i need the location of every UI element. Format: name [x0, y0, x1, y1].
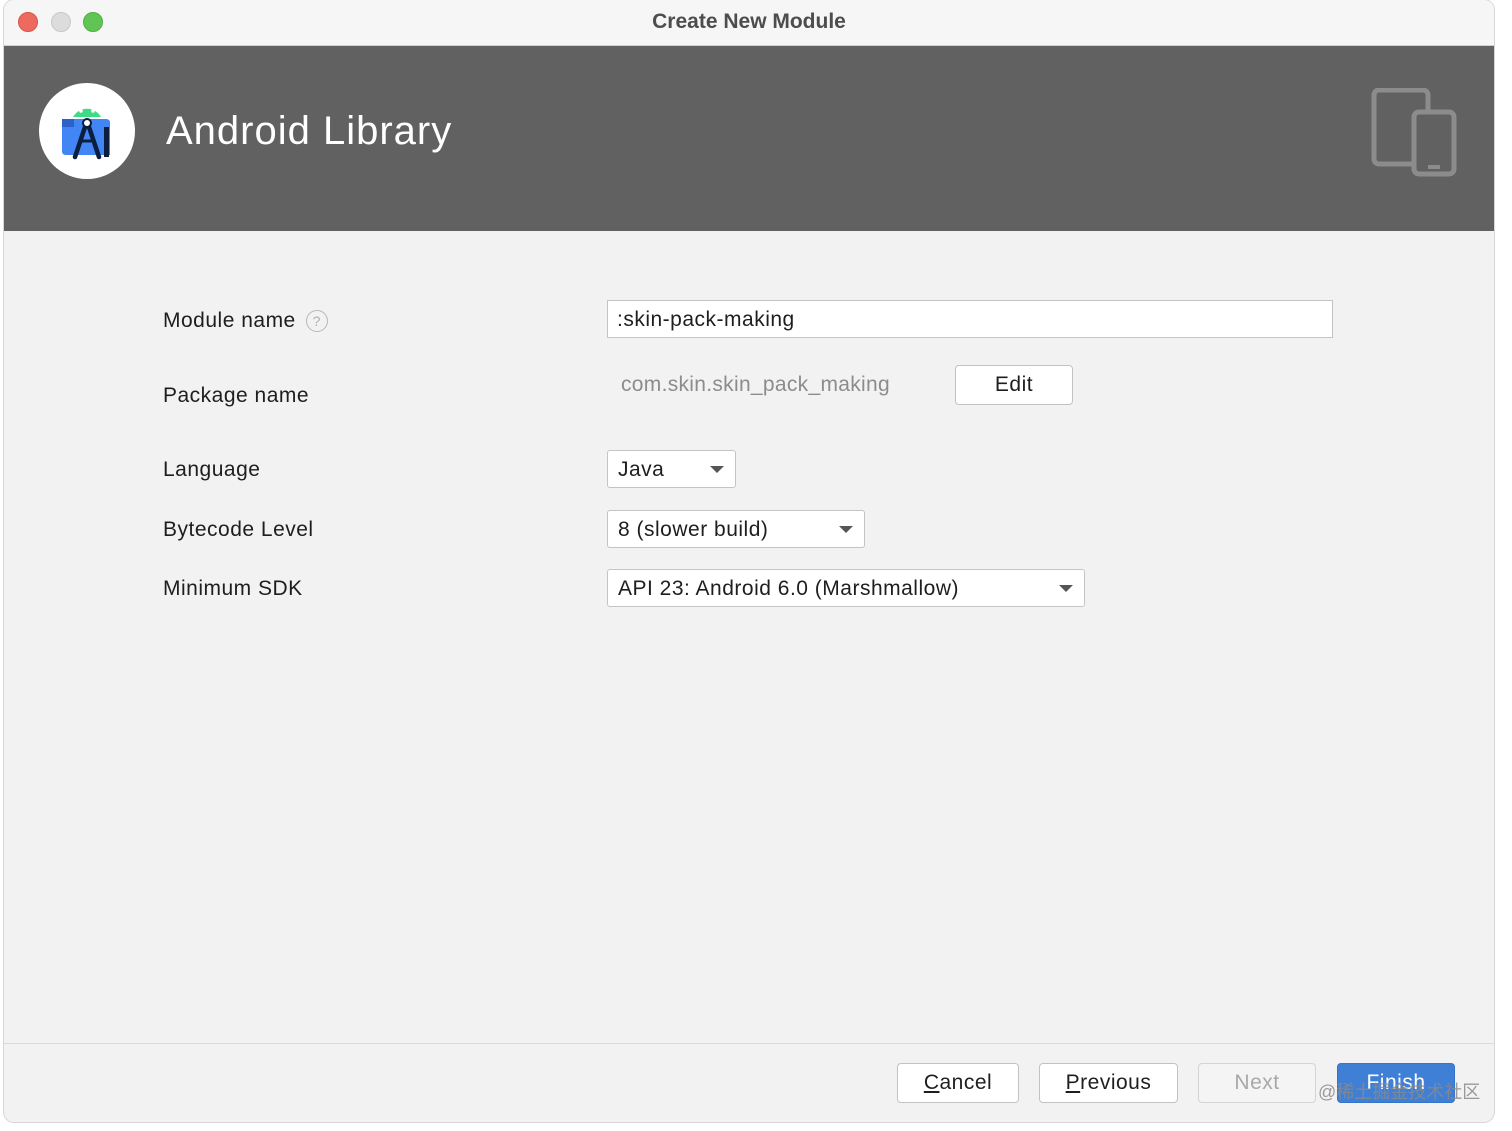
previous-mnemonic: P [1065, 1071, 1081, 1094]
package-name-value: com.skin.skin_pack_making [621, 373, 890, 396]
language-label: Language [163, 458, 261, 481]
title-bar: Create New Module [4, 0, 1494, 46]
chevron-down-icon [839, 526, 853, 533]
cancel-mnemonic: C [923, 1071, 940, 1094]
next-button[interactable]: Next [1198, 1063, 1316, 1103]
bytecode-level-selected: 8 (slower build) [618, 518, 769, 541]
previous-label-rest: revious [1080, 1071, 1152, 1094]
minimum-sdk-label: Minimum SDK [163, 577, 303, 600]
language-dropdown[interactable]: Java [607, 450, 736, 488]
bytecode-level-dropdown[interactable]: 8 (slower build) [607, 510, 865, 548]
bytecode-level-label: Bytecode Level [163, 518, 314, 541]
module-type-title: Android Library [166, 109, 453, 153]
window-title: Create New Module [652, 10, 846, 33]
wizard-header: Android Library [4, 46, 1494, 231]
package-name-label: Package name [163, 384, 310, 407]
watermark-text: @稀土掘金技术社区 [1318, 1082, 1481, 1102]
module-name-label-text: Module name [163, 309, 296, 332]
cancel-label-rest: ancel [939, 1071, 993, 1094]
help-icon[interactable]: ? [305, 310, 328, 333]
devices-icon [1370, 87, 1460, 183]
create-module-window: Create New Module Android Library Module… [4, 0, 1494, 1122]
previous-button[interactable]: Previous [1039, 1063, 1178, 1103]
chevron-down-icon [710, 466, 724, 473]
language-selected: Java [618, 458, 665, 481]
footer-divider [4, 1043, 1494, 1044]
module-name-value: :skin-pack-making [617, 308, 795, 331]
chevron-down-icon [1059, 585, 1073, 592]
minimum-sdk-dropdown[interactable]: API 23: Android 6.0 (Marshmallow) [607, 569, 1085, 607]
cancel-button[interactable]: Cancel [897, 1063, 1019, 1103]
android-studio-icon [39, 83, 135, 179]
minimum-sdk-selected: API 23: Android 6.0 (Marshmallow) [618, 577, 959, 600]
module-name-field[interactable]: :skin-pack-making [607, 300, 1333, 338]
module-name-label: Module name? [163, 309, 328, 333]
edit-package-button[interactable]: Edit [955, 365, 1073, 405]
